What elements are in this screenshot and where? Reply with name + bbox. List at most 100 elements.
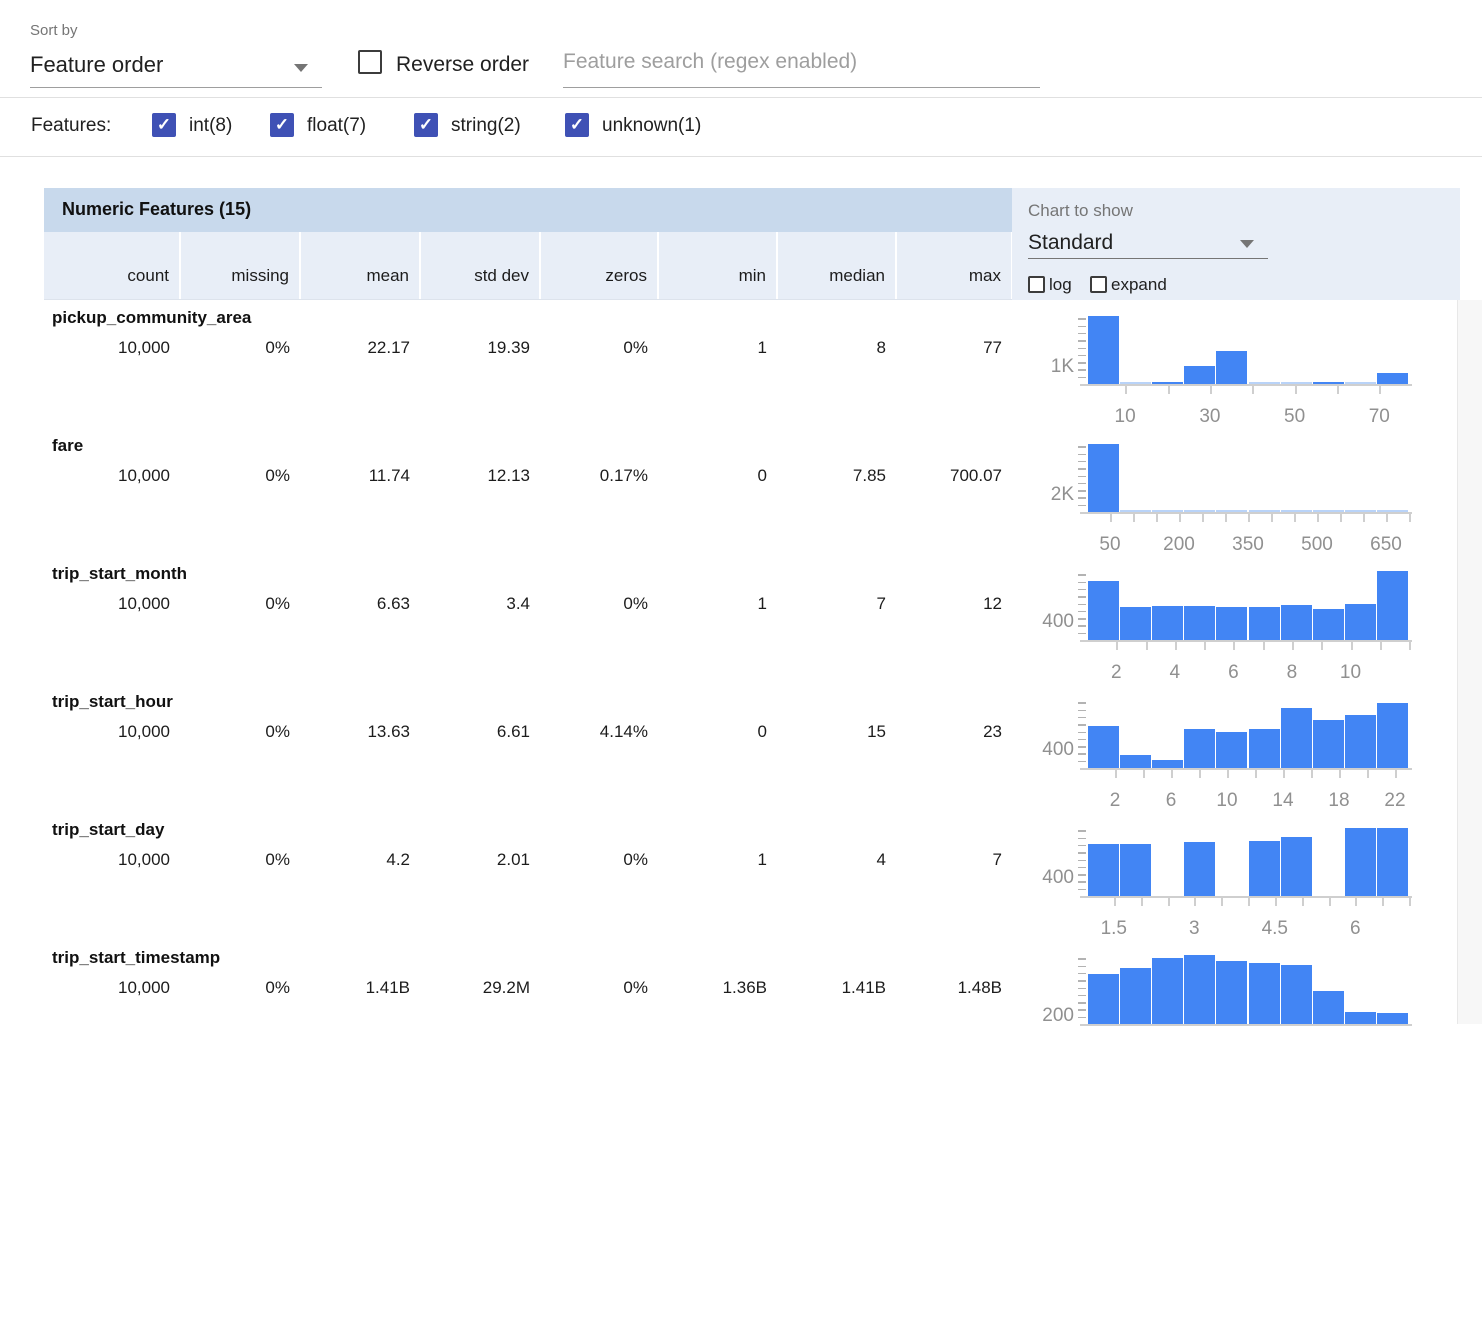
feature-type-checkbox[interactable]: ✓ <box>152 113 176 137</box>
histogram-bar <box>1216 732 1247 768</box>
column-header-label: max <box>969 266 1001 286</box>
x-axis-tick <box>1233 642 1235 650</box>
expand-checkbox[interactable] <box>1090 276 1107 293</box>
search-input[interactable] <box>563 46 1040 78</box>
vertical-scrollbar-track[interactable] <box>1457 300 1482 1024</box>
x-axis-tick-label: 6 <box>1139 790 1203 812</box>
column-header-count: count <box>44 232 179 299</box>
x-axis-line <box>1080 1024 1412 1026</box>
y-axis-tick <box>1078 845 1086 847</box>
x-axis-tick-label: 6 <box>1323 918 1387 940</box>
y-axis-label: 2K <box>1004 484 1074 506</box>
x-axis-tick <box>1263 642 1265 650</box>
sort-by-dropdown[interactable]: Feature order <box>30 52 163 78</box>
y-axis-tick <box>1078 468 1086 470</box>
x-axis-tick <box>1271 514 1273 522</box>
feature-type-checkbox[interactable]: ✓ <box>565 113 589 137</box>
y-axis-tick <box>1078 838 1086 840</box>
check-icon: ✓ <box>154 115 174 135</box>
histogram-bar <box>1249 963 1280 1024</box>
y-axis-tick <box>1078 604 1086 606</box>
x-axis-tick <box>1210 386 1212 394</box>
table-title: Numeric Features (15) <box>62 199 251 220</box>
chevron-down-icon[interactable] <box>294 64 308 72</box>
x-axis-tick <box>1283 770 1285 778</box>
histogram-bar <box>1088 316 1119 385</box>
feature-type-checkbox[interactable]: ✓ <box>414 113 438 137</box>
column-header-label: mean <box>366 266 409 286</box>
sort-by-label: Sort by <box>30 22 78 39</box>
reverse-order-label: Reverse order <box>396 53 529 77</box>
y-axis-label: 400 <box>1004 867 1074 889</box>
histogram-bar <box>1345 1012 1376 1024</box>
y-axis-tick <box>1078 618 1086 620</box>
log-checkbox[interactable] <box>1028 276 1045 293</box>
histogram-bar <box>1377 1013 1408 1024</box>
histogram-bar <box>1088 444 1119 512</box>
column-header-label: count <box>127 266 169 286</box>
histogram-bar <box>1345 828 1376 896</box>
feature-type-label: int(8) <box>189 115 232 137</box>
x-axis-tick <box>1409 898 1411 906</box>
x-axis-tick <box>1409 642 1411 650</box>
feature-type-label: string(2) <box>451 115 521 137</box>
x-axis-tick-label: 22 <box>1363 790 1427 812</box>
x-axis-tick-label: 50 <box>1078 534 1142 556</box>
chart-type-dropdown[interactable]: Standard <box>1028 231 1113 255</box>
column-header-label: zeros <box>605 266 647 286</box>
y-axis-tick <box>1078 830 1086 832</box>
y-axis-tick <box>1078 860 1086 862</box>
histogram-bar <box>1120 844 1151 896</box>
x-axis-tick <box>1133 514 1135 522</box>
x-axis-tick <box>1355 898 1357 906</box>
x-axis-tick-label: 14 <box>1251 790 1315 812</box>
chevron-down-icon[interactable] <box>1240 240 1254 248</box>
column-header-label: std dev <box>474 266 529 286</box>
histogram-bar <box>1152 606 1183 640</box>
y-axis-tick <box>1078 889 1086 891</box>
x-axis-tick <box>1110 514 1112 522</box>
x-axis-tick <box>1380 642 1382 650</box>
x-axis-tick-label: 18 <box>1307 790 1371 812</box>
histogram-bar <box>1281 837 1312 896</box>
x-axis-tick <box>1146 642 1148 650</box>
x-axis-tick <box>1194 898 1196 906</box>
y-axis-tick <box>1078 874 1086 876</box>
histogram-bar <box>1377 571 1408 640</box>
table-title-bar: Numeric Features (15) <box>44 188 1012 232</box>
feature-type-checkbox[interactable]: ✓ <box>270 113 294 137</box>
x-axis-tick <box>1202 514 1204 522</box>
column-header-mean: mean <box>301 232 419 299</box>
y-axis-tick <box>1078 574 1086 576</box>
histogram-bar <box>1120 968 1151 1024</box>
column-header-std-dev: std dev <box>421 232 539 299</box>
histogram: 400246810 <box>44 556 1460 684</box>
x-axis-line <box>1080 768 1412 770</box>
feature-row: trip_start_timestamp10,0000%1.41B29.2M0%… <box>44 940 1460 1068</box>
y-axis-tick <box>1078 746 1086 748</box>
search-underline <box>563 87 1040 88</box>
histogram-bar <box>1184 606 1215 640</box>
reverse-order-checkbox[interactable] <box>358 50 382 74</box>
histogram-bar <box>1377 703 1408 768</box>
check-icon: ✓ <box>567 115 587 135</box>
y-axis-tick <box>1078 476 1086 478</box>
y-axis-tick <box>1078 702 1086 704</box>
x-axis-tick <box>1311 770 1313 778</box>
x-axis-tick <box>1204 642 1206 650</box>
x-axis-tick-label: 4.5 <box>1243 918 1307 940</box>
x-axis-tick <box>1294 514 1296 522</box>
stats-column-headers: countmissingmeanstd devzerosminmedianmax <box>44 232 1012 300</box>
x-axis-tick <box>1275 898 1277 906</box>
y-axis-label: 1K <box>1004 356 1074 378</box>
y-axis-tick <box>1078 505 1086 507</box>
y-axis-tick <box>1078 739 1086 741</box>
y-axis-tick <box>1078 446 1086 448</box>
histogram-bar <box>1345 715 1376 768</box>
histogram-bar <box>1120 755 1151 768</box>
column-header-median: median <box>778 232 895 299</box>
column-header-zeros: zeros <box>541 232 657 299</box>
x-axis-tick-label: 650 <box>1354 534 1418 556</box>
x-axis-tick <box>1351 642 1353 650</box>
histogram-bar <box>1216 961 1247 1024</box>
